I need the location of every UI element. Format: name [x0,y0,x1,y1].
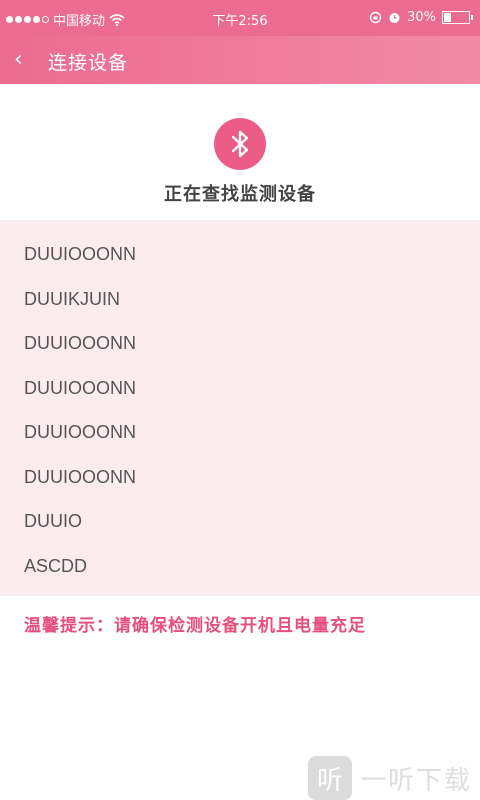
back-button[interactable]: ‹ [14,46,38,74]
device-item[interactable]: ASCDD [0,544,480,589]
nav-bar: ‹ 连接设备 [0,36,480,84]
device-item[interactable]: DUUIOOONN [0,455,480,500]
device-item[interactable]: DUUIOOONN [0,232,480,277]
device-item[interactable]: DUUIKJUIN [0,277,480,322]
device-item[interactable]: DUUIOOONN [0,366,480,411]
device-item[interactable]: DUUIOOONN [0,321,480,366]
watermark: 听 一听下载 [307,756,472,800]
device-list: DUUIOOONN DUUIKJUIN DUUIOOONN DUUIOOONN … [0,220,480,596]
watermark-text: 一听下载 [359,765,472,796]
bluetooth-icon [214,118,266,170]
search-status: 正在查找监测设备 [164,184,316,205]
alarm-icon [389,13,400,23]
battery-percent: 30% [407,10,436,25]
tip-text: 温馨提示：请确保检测设备开机且电量充足 [24,616,366,636]
status-bar: 中国移动 下午2:56 30% [0,0,480,36]
page-title: 连接设备 [48,52,129,74]
rotation-lock-icon [369,11,382,24]
device-item[interactable]: DUUIOOONN [0,410,480,455]
search-area: 正在查找监测设备 [0,84,480,220]
watermark-logo: 听 [307,756,352,800]
status-right: 30% [369,10,473,25]
battery-icon [442,11,473,24]
device-item[interactable]: DUUIO [0,499,480,544]
